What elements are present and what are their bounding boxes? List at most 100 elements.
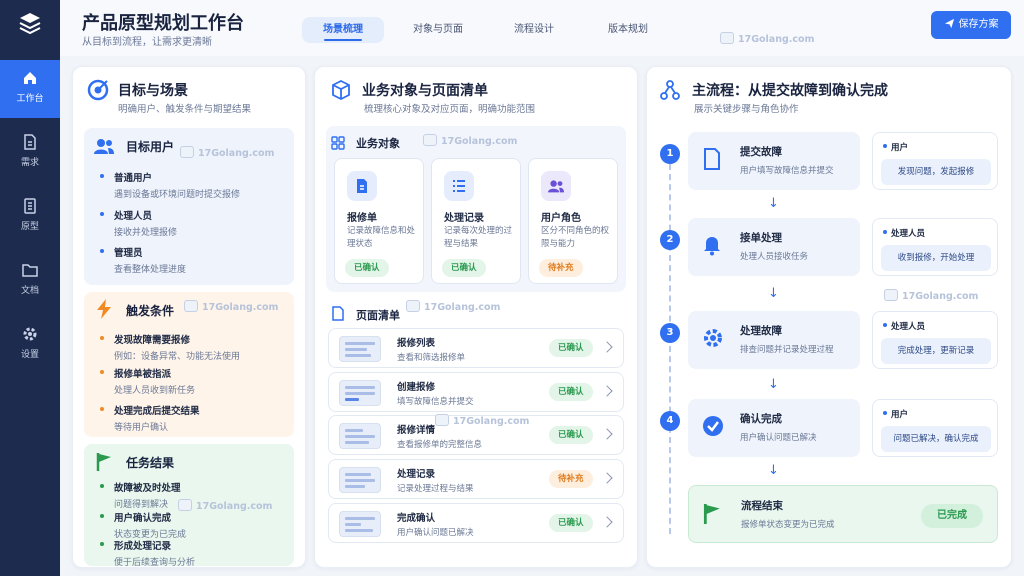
- page-thumbnail: [339, 467, 381, 493]
- gear-icon: [23, 327, 37, 341]
- list-item: 故障被及时处理 问题得到解决: [100, 480, 181, 510]
- step-card-submit[interactable]: 提交故障 用户填写故障信息并提交: [688, 132, 860, 190]
- chevron-right-icon: [601, 472, 613, 484]
- cube-icon: [332, 80, 350, 100]
- page-row-create-ticket[interactable]: 创建报修 填写故障信息并提交 已确认: [328, 372, 624, 412]
- page-row-completion[interactable]: 完成确认 用户确认问题已解决 已确认: [328, 503, 624, 543]
- top-bar: 产品原型规划工作台 从目标到流程，让需求更清晰 场景梳理 对象与页面 流程设计 …: [60, 0, 1024, 56]
- list-item: 普通用户 遇到设备或环境问题时提交报修: [100, 170, 240, 200]
- watermark: 17Golang.com: [423, 134, 517, 147]
- step-card-process[interactable]: 处理故障 排查问题并记录处理过程: [688, 311, 860, 369]
- chevron-right-icon: [601, 341, 613, 353]
- list-item: 发现故障需要报修 例如：设备异常、功能无法使用: [100, 332, 240, 362]
- status-badge: 已确认: [442, 259, 486, 277]
- role-card: 用户 发现问题，发起报修: [872, 132, 998, 190]
- pages-title: 页面清单: [356, 309, 400, 322]
- business-objects-title: 业务对象: [356, 137, 400, 150]
- tab-objects-pages[interactable]: 对象与页面: [398, 17, 478, 43]
- flow-title: 主流程：从提交故障到确认完成: [692, 83, 888, 99]
- objects-subtitle: 梳理核心对象及对应页面，明确功能范围: [364, 104, 536, 115]
- flow-end-card: 流程结束 报修单状态变更为已完成 已完成: [688, 485, 998, 543]
- step-number: 2: [660, 230, 680, 250]
- page-thumbnail: [339, 511, 381, 537]
- list-item: 形成处理记录 便于后续查询与分析: [100, 538, 195, 568]
- list-item: 处理人员 接收并处理报修: [100, 208, 177, 238]
- sidebar-item-requirements[interactable]: 需求: [0, 124, 60, 182]
- role-card: 处理人员 收到报修，开始处理: [872, 218, 998, 276]
- bell-icon: [704, 237, 720, 256]
- page-row-ticket-list[interactable]: 报修列表 查看和筛选报修单 已确认: [328, 328, 624, 368]
- tab-scenario[interactable]: 场景梳理: [302, 17, 384, 43]
- page-thumbnail: [339, 380, 381, 406]
- flow-nodes-icon: [660, 80, 680, 100]
- users-icon: [94, 139, 114, 154]
- status-badge: 待补充: [539, 259, 583, 277]
- chevron-right-icon: [601, 516, 613, 528]
- watermark: 17Golang.com: [178, 499, 272, 512]
- target-icon: [87, 79, 109, 101]
- goals-subtitle: 明确用户、触发条件与期望结果: [118, 104, 252, 115]
- document-icon: [357, 179, 367, 193]
- list-item: 处理完成后提交结果 等待用户确认: [100, 403, 200, 433]
- document-icon: [24, 134, 36, 150]
- list-icon: [453, 180, 465, 192]
- sidebar-item-settings[interactable]: 设置: [0, 316, 60, 374]
- watermark: 17Golang.com: [406, 300, 500, 313]
- home-icon: [24, 72, 36, 84]
- tab-flow-design[interactable]: 流程设计: [494, 17, 574, 43]
- gear-icon: [704, 329, 722, 347]
- page-row-ticket-detail[interactable]: 报修详情 查看报修单的完整信息 已确认 17Golang.com: [328, 414, 624, 455]
- role-card: 处理人员 完成处理，更新记录: [872, 311, 998, 369]
- sidebar-item-label: 原型: [20, 222, 39, 232]
- flag-icon: [703, 504, 720, 524]
- users-icon: [548, 180, 564, 193]
- check-circle-icon: [703, 416, 723, 436]
- status-badge: 已确认: [549, 514, 593, 532]
- chevron-right-icon: [601, 385, 613, 397]
- tab-version-plan[interactable]: 版本规划: [588, 17, 668, 43]
- flag-icon: [96, 453, 111, 471]
- arrow-down-icon: ↓: [768, 196, 779, 211]
- status-badge: 已确认: [549, 339, 593, 357]
- role-card: 用户 问题已解决，确认完成: [872, 399, 998, 457]
- status-badge: 已确认: [345, 259, 389, 277]
- sidebar: 工作台 需求 原型 文档 设置: [0, 0, 60, 576]
- layers-logo-icon: [19, 13, 41, 35]
- trigger-block: 触发条件 17Golang.com 发现故障需要报修 例如：设备异常、功能无法使用…: [84, 292, 294, 437]
- arrow-down-icon: ↓: [768, 377, 779, 392]
- status-badge: 待补充: [549, 470, 593, 488]
- result-block: 任务结果 17Golang.com 故障被及时处理 问题得到解决 用户确认完成 状态…: [84, 444, 294, 568]
- page-thumbnail: [339, 336, 381, 362]
- sidebar-item-docs[interactable]: 文档: [0, 252, 60, 310]
- step-card-accept[interactable]: 接单处理 处理人员接收任务: [688, 218, 860, 276]
- page-subtitle: 从目标到流程，让需求更清晰: [82, 37, 212, 48]
- document-icon: [704, 148, 720, 170]
- save-button[interactable]: 保存方案: [931, 11, 1011, 39]
- timeline-line: [669, 164, 671, 534]
- status-badge: 已确认: [549, 383, 593, 401]
- objects-title: 业务对象与页面清单: [362, 83, 488, 99]
- trigger-title: 触发条件: [126, 304, 175, 318]
- object-card-role[interactable]: 用户角色 区分不同角色的权限与能力 待补充: [528, 158, 618, 284]
- watermark: 17Golang.com: [184, 300, 278, 313]
- step-card-confirm[interactable]: 确认完成 用户确认问题已解决: [688, 399, 860, 457]
- file-list-icon: [24, 198, 36, 214]
- target-users-title: 目标用户: [126, 140, 175, 154]
- goals-title: 目标与场景: [118, 83, 188, 99]
- status-badge: 已完成: [921, 504, 983, 528]
- object-card-record[interactable]: 处理记录 记录每次处理的过程与结果 已确认: [431, 158, 521, 284]
- watermark: 17Golang.com: [884, 289, 978, 302]
- status-badge: 已确认: [549, 426, 593, 444]
- document-icon: [332, 306, 344, 321]
- sidebar-item-workbench[interactable]: 工作台: [0, 60, 60, 118]
- arrow-down-icon: ↓: [768, 463, 779, 478]
- sidebar-item-label: 工作台: [16, 94, 44, 104]
- page-title: 产品原型规划工作台: [82, 13, 244, 34]
- watermark: 17Golang.com: [720, 32, 814, 45]
- watermark: 17Golang.com: [180, 146, 274, 159]
- object-card-ticket[interactable]: 报修单 记录故障信息和处理状态 已确认: [334, 158, 424, 284]
- page-row-process-record[interactable]: 处理记录 记录处理过程与结果 待补充: [328, 459, 624, 499]
- step-number: 3: [660, 323, 680, 343]
- sidebar-item-prototype[interactable]: 原型: [0, 188, 60, 246]
- sidebar-item-label: 需求: [20, 158, 39, 168]
